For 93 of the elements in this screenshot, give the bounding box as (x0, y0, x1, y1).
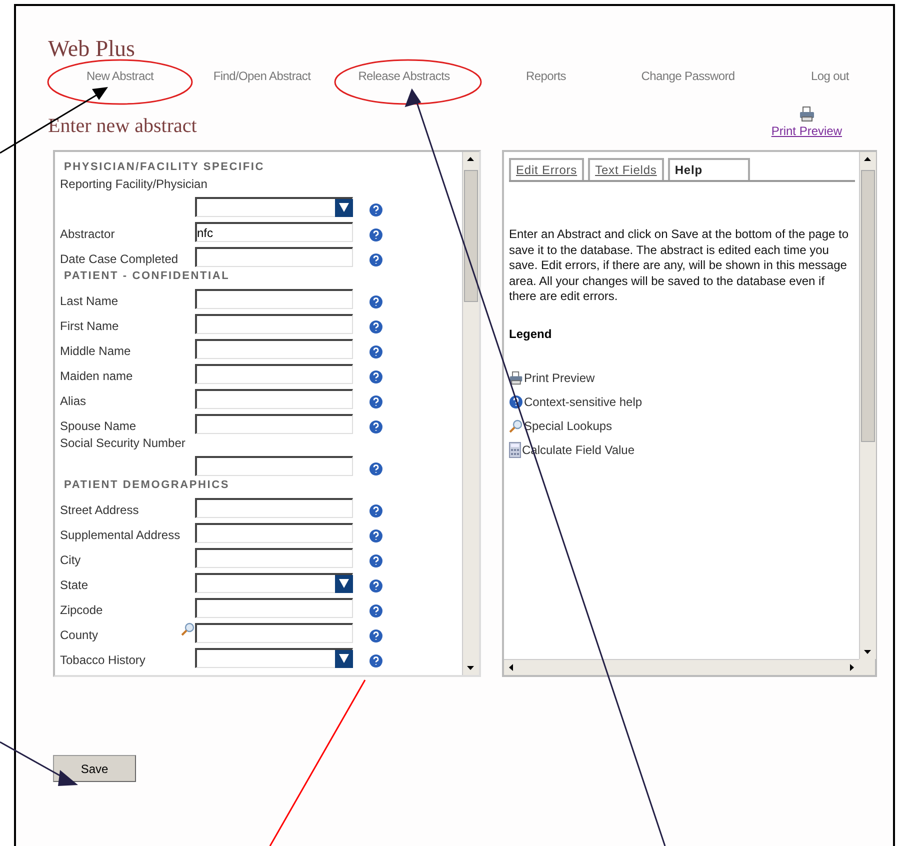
tab[interactable]: Help (668, 158, 750, 180)
field-label: Middle Name (60, 344, 132, 359)
field-label: Street Address (60, 503, 140, 518)
dropdown-arrow-icon (339, 579, 349, 588)
field-label: Abstractor (60, 227, 116, 242)
input-field[interactable] (195, 247, 353, 267)
dropdown-button[interactable] (335, 574, 353, 592)
nav-link[interactable]: Find/Open Abstract (213, 68, 311, 84)
input-field[interactable] (195, 523, 353, 543)
magnifier-icon[interactable] (509, 418, 523, 432)
nav-link[interactable]: Change Password (641, 68, 735, 84)
field-label: Date Case Completed (60, 252, 180, 267)
input-field[interactable] (195, 339, 353, 359)
help-icon[interactable] (369, 420, 383, 434)
help-icon[interactable] (369, 370, 383, 384)
input-field[interactable] (195, 364, 353, 384)
input-field[interactable] (195, 548, 353, 568)
app-title: Web Plus (48, 36, 136, 62)
down-triangle-icon (466, 666, 474, 670)
field-label: City (60, 553, 82, 568)
help-icon[interactable] (369, 345, 383, 359)
nav-link[interactable]: Release Abstracts (358, 68, 450, 84)
select-field[interactable] (195, 648, 353, 668)
field-label: Social Security Number (60, 436, 186, 451)
help-icon[interactable] (369, 228, 383, 242)
help-icon[interactable] (369, 320, 383, 334)
field-label: First Name (60, 319, 120, 334)
help-icon[interactable] (369, 604, 383, 618)
section-heading: PATIENT DEMOGRAPHICS (64, 478, 231, 493)
help-text: Enter an Abstract and click on Save at the bottom of the page to save it to the database. The abstract is edited each time you save. Edit errors, if there are any, will be shown in this message area. All your changes will be saved to the database even if there are edit errors. (509, 227, 850, 304)
section-heading: PATIENT - CONFIDENTIAL (64, 269, 231, 284)
input-field[interactable] (195, 314, 353, 334)
help-icon[interactable] (369, 395, 383, 409)
input-field[interactable] (195, 456, 353, 476)
help-icon[interactable] (369, 203, 383, 217)
help-icon[interactable] (369, 253, 383, 267)
field-label: Zipcode (60, 603, 104, 618)
field-label: Supplemental Address (60, 528, 181, 543)
tab[interactable]: Text Fields (588, 158, 664, 180)
page-title: Enter new abstract (48, 115, 197, 138)
input-field[interactable] (195, 623, 353, 643)
legend-label: Print Preview (524, 370, 595, 384)
legend-title: Legend (509, 326, 553, 340)
printer-icon (798, 106, 815, 122)
select-field[interactable] (195, 573, 353, 593)
up-triangle-icon (864, 157, 870, 161)
field-label: Tobacco History (60, 653, 146, 668)
legend-label: Context-sensitive help (524, 394, 642, 408)
input-field[interactable] (195, 289, 353, 309)
left-triangle-icon (509, 664, 513, 671)
scrollbar-thumb[interactable] (464, 170, 478, 302)
printer-icon (509, 370, 523, 384)
dropdown-button[interactable] (335, 198, 353, 216)
help-icon[interactable] (369, 629, 383, 643)
up-triangle-icon (466, 157, 474, 161)
field-label: Spouse Name (60, 419, 138, 434)
scrollbar-thumb[interactable] (861, 170, 875, 442)
field-label: State (60, 578, 90, 593)
nav-link[interactable]: Log out (811, 68, 849, 84)
down-triangle-icon (864, 650, 870, 654)
select-field[interactable] (195, 197, 353, 217)
nav-link[interactable]: Reports (526, 68, 566, 84)
right-triangle-icon (850, 664, 854, 671)
input-field[interactable] (195, 498, 353, 518)
dropdown-arrow-icon (339, 203, 349, 212)
help-icon[interactable] (369, 504, 383, 518)
field-label: Maiden name (60, 369, 134, 384)
nav-link[interactable]: New Abstract (86, 68, 154, 84)
tab[interactable]: Edit Errors (509, 158, 584, 180)
magnifier-icon[interactable] (181, 622, 195, 636)
field-label: County (60, 628, 100, 643)
input-field[interactable] (195, 389, 353, 409)
help-icon[interactable] (369, 295, 383, 309)
field-label: Last Name (60, 294, 120, 309)
dropdown-button[interactable] (335, 650, 353, 668)
help-icon[interactable] (369, 579, 383, 593)
print-preview-link[interactable]: Print Preview (771, 124, 842, 138)
field-label: Reporting Facility/Physician (60, 177, 208, 192)
help-icon[interactable] (369, 654, 383, 668)
input-field[interactable]: nfc (195, 222, 353, 242)
save-button[interactable]: Save (53, 755, 136, 782)
help-icon[interactable] (369, 462, 383, 476)
scrollbar[interactable] (859, 152, 876, 659)
help-icon[interactable] (369, 529, 383, 543)
input-field[interactable] (195, 598, 353, 618)
field-label: Alias (60, 394, 88, 409)
scrollbar[interactable] (504, 659, 859, 675)
input-field[interactable] (195, 414, 353, 434)
help-icon[interactable] (369, 554, 383, 568)
section-heading: PHYSICIAN/FACILITY SPECIFIC (64, 160, 266, 175)
scrollbar[interactable] (462, 152, 479, 675)
calculator-icon (509, 442, 521, 458)
dropdown-arrow-icon (339, 654, 349, 663)
